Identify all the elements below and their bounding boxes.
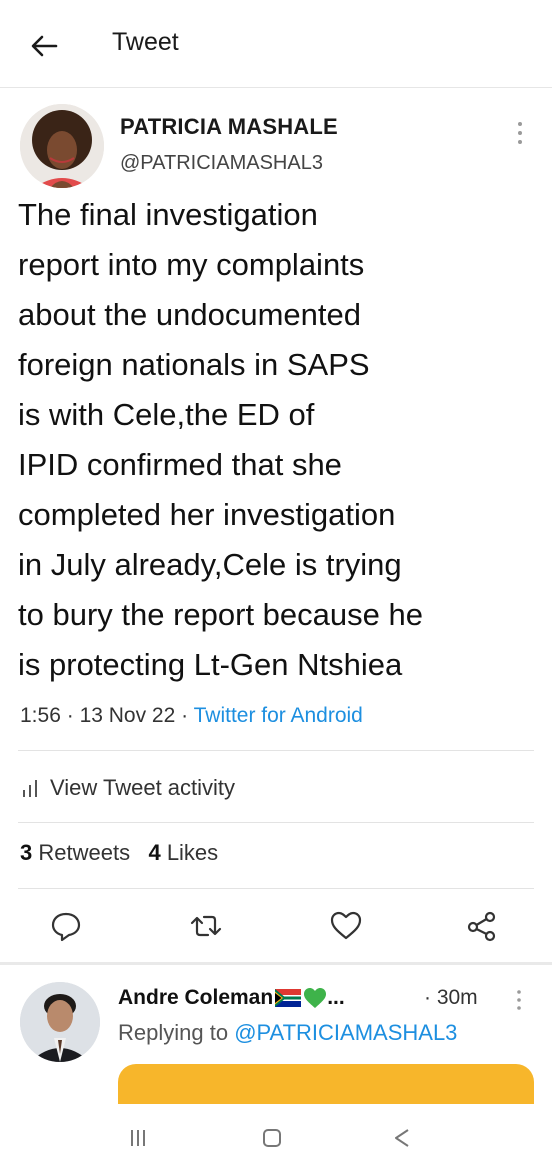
more-options-icon[interactable] bbox=[512, 986, 526, 1014]
likes-count: 4 bbox=[148, 840, 161, 865]
tweet-line: completed her investigation bbox=[18, 497, 396, 532]
tweet-time: 1:56 bbox=[20, 704, 61, 727]
tweet-date: 13 Nov 22 bbox=[79, 704, 176, 727]
arrow-left-icon[interactable] bbox=[26, 28, 62, 64]
green-heart-icon bbox=[304, 988, 327, 1008]
replying-to: Replying to @PATRICIAMASHAL3 bbox=[118, 1020, 457, 1046]
page-title: Tweet bbox=[112, 28, 179, 56]
tweet-source-link[interactable]: Twitter for Android bbox=[194, 704, 363, 727]
reply-avatar[interactable] bbox=[20, 982, 100, 1062]
replying-prefix: Replying to bbox=[118, 1020, 235, 1045]
section-divider bbox=[0, 962, 552, 965]
like-icon[interactable] bbox=[328, 908, 364, 944]
activity-label: View Tweet activity bbox=[50, 775, 236, 800]
recent-apps-icon[interactable] bbox=[124, 1124, 152, 1152]
divider bbox=[18, 888, 534, 889]
retweets-label: Retweets bbox=[38, 840, 131, 865]
retweets-stat[interactable]: 3 Retweets bbox=[20, 840, 130, 865]
author-avatar-image bbox=[20, 104, 104, 188]
tweet-line: is protecting Lt-Gen Ntshiea bbox=[18, 647, 403, 682]
likes-label: Likes bbox=[166, 840, 219, 865]
tweet-stats: 3 Retweets 4 Likes bbox=[20, 840, 218, 866]
reply-media-card[interactable] bbox=[118, 1064, 534, 1104]
retweets-count: 3 bbox=[20, 840, 33, 865]
view-tweet-activity[interactable]: View Tweet activity bbox=[20, 770, 235, 806]
tweet-line: to bury the report because he bbox=[18, 597, 423, 632]
divider bbox=[18, 822, 534, 823]
tweet-line: report into my complaints bbox=[18, 247, 365, 282]
likes-stat[interactable]: 4 Likes bbox=[148, 840, 218, 865]
tweet-line: about the undocumented bbox=[18, 297, 361, 332]
home-icon[interactable] bbox=[258, 1124, 286, 1152]
reply-author-name: Andre Coleman bbox=[118, 986, 274, 1009]
south-africa-flag-icon bbox=[275, 989, 302, 1007]
divider bbox=[18, 750, 534, 751]
top-bar: Tweet bbox=[0, 0, 552, 88]
reply-name-ellipsis: ... bbox=[327, 986, 345, 1009]
back-triangle-icon[interactable] bbox=[388, 1124, 416, 1152]
tweet-line: in July already,Cele is trying bbox=[18, 547, 402, 582]
system-nav-bar bbox=[0, 1104, 552, 1171]
share-icon[interactable] bbox=[464, 908, 500, 944]
meta-separator: · bbox=[181, 704, 189, 727]
author-avatar[interactable] bbox=[20, 104, 104, 188]
meta-separator: · bbox=[66, 704, 74, 727]
more-options-icon[interactable] bbox=[512, 118, 528, 148]
reply-icon[interactable] bbox=[48, 908, 84, 944]
reply-author[interactable]: Andre Coleman ... bbox=[118, 986, 345, 1010]
tweet-line: foreign nationals in SAPS bbox=[18, 347, 370, 382]
reply-time: · 30m bbox=[424, 986, 478, 1009]
tweet-line: IPID confirmed that she bbox=[18, 447, 342, 482]
tweet-meta: 1:56 · 13 Nov 22 · Twitter for Android bbox=[20, 704, 363, 728]
replying-to-mention[interactable]: @PATRICIAMASHAL3 bbox=[234, 1020, 457, 1045]
author-name[interactable]: PATRICIA MASHALE bbox=[120, 114, 338, 140]
analytics-icon bbox=[23, 780, 37, 797]
tweet-line: is with Cele,the ED of bbox=[18, 397, 315, 432]
author-handle[interactable]: @PATRICIAMASHAL3 bbox=[120, 152, 323, 175]
retweet-icon[interactable] bbox=[188, 908, 224, 944]
tweet-line: The final investigation bbox=[18, 197, 318, 232]
tweet-text: The final investigation report into my c… bbox=[18, 190, 538, 690]
reply-avatar-image bbox=[20, 982, 100, 1062]
